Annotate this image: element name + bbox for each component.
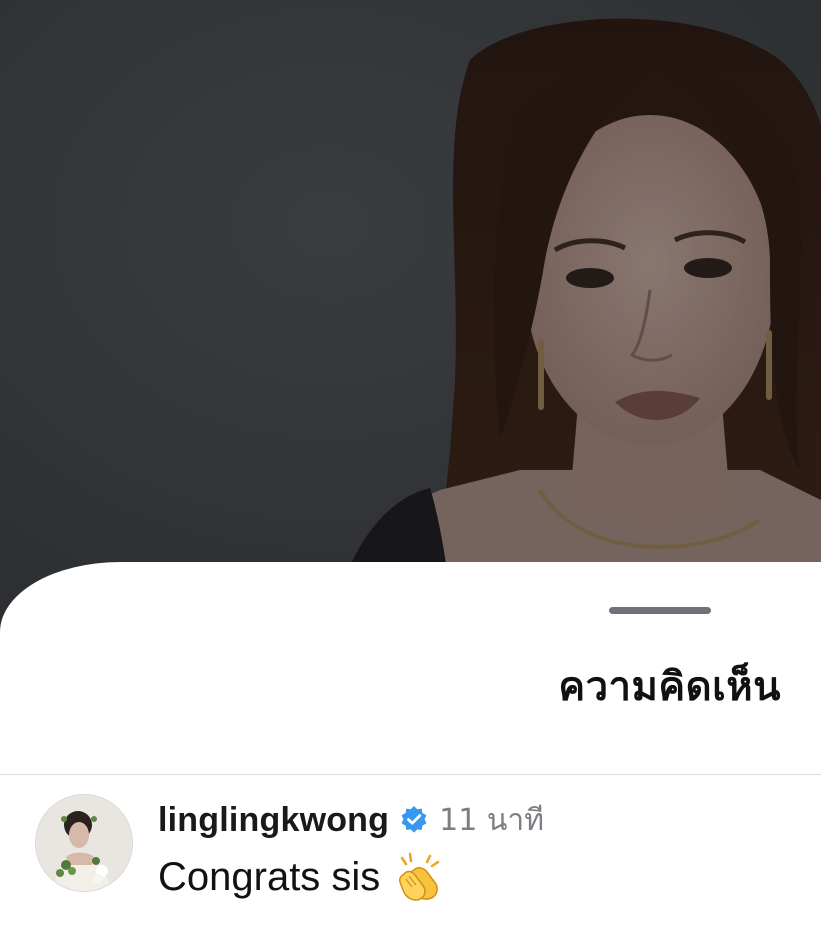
- comment-body: Congrats sis: [158, 852, 444, 902]
- avatar[interactable]: [36, 795, 132, 891]
- comment-username[interactable]: linglingkwong: [158, 801, 389, 840]
- sheet-title: ความคิดเห็น: [558, 664, 781, 710]
- clapping-hands-icon: [394, 852, 444, 902]
- comments-screen: ความคิดเห็น linglingkwong 11 นาที Congra…: [0, 0, 821, 925]
- portrait-photo: [0, 0, 821, 640]
- post-image-backdrop[interactable]: [0, 0, 821, 640]
- header-divider: [0, 774, 821, 775]
- comment-header: linglingkwong 11 นาที: [158, 800, 544, 840]
- comment-item[interactable]: linglingkwong 11 นาที Congrats sis: [0, 794, 821, 914]
- comment-text: Congrats sis: [158, 854, 381, 899]
- comments-sheet: ความคิดเห็น linglingkwong 11 นาที Congra…: [0, 562, 821, 925]
- comment-timestamp: 11 นาที: [439, 802, 544, 838]
- verified-badge-icon: [399, 805, 429, 835]
- sheet-grabber-handle[interactable]: [609, 607, 711, 614]
- user-avatar-icon: [36, 795, 132, 891]
